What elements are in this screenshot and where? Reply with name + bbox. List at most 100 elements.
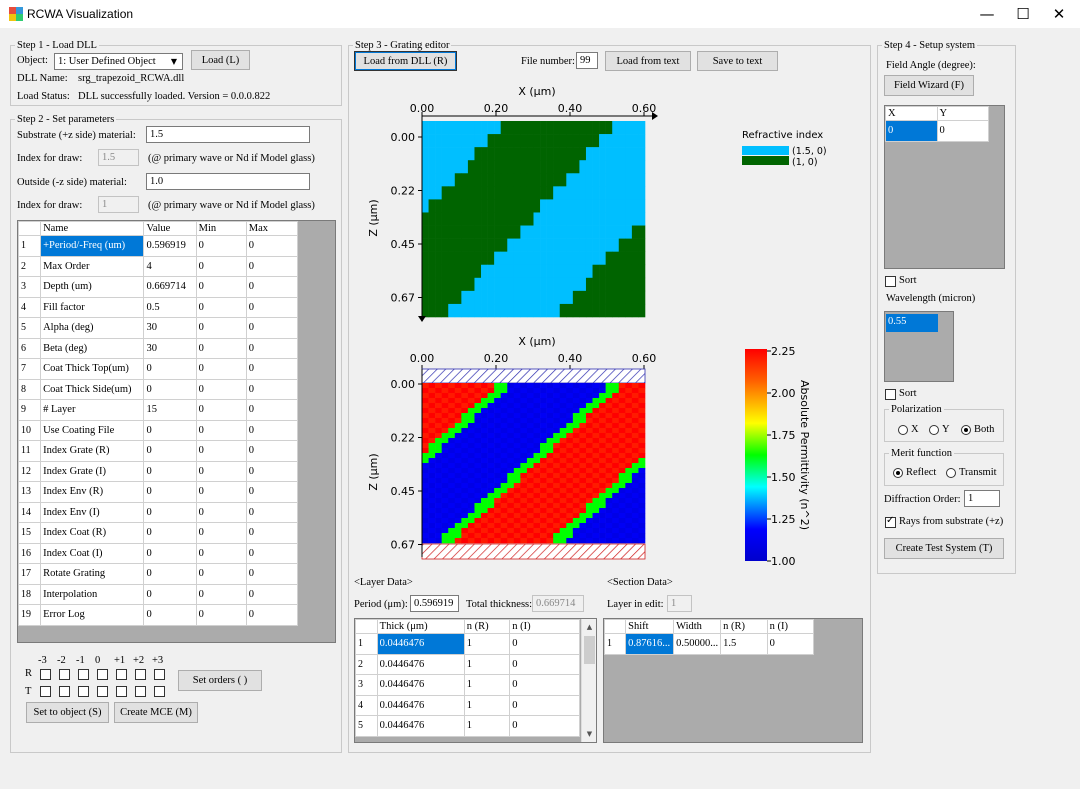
param-value-cell[interactable]: 0: [143, 358, 197, 380]
layer-thick-cell[interactable]: 0.0446476: [376, 633, 465, 655]
param-min-cell[interactable]: 0: [195, 481, 247, 503]
param-value-cell[interactable]: 0: [143, 604, 197, 626]
pol-x-radio[interactable]: [898, 425, 908, 435]
section-nr-cell[interactable]: 1.5: [720, 633, 768, 655]
param-max-cell[interactable]: 0: [245, 399, 299, 421]
table-row[interactable]: 11 Index Grate (R) 0 0 0: [18, 440, 299, 462]
layer-thick-cell[interactable]: 0.0446476: [376, 715, 465, 737]
table-row[interactable]: 15 Index Coat (R) 0 0 0: [18, 522, 299, 544]
field-cell-y[interactable]: 0: [936, 120, 989, 142]
param-name-cell[interactable]: Use Coating File: [40, 419, 145, 441]
table-row[interactable]: 2 0.0446476 1 0: [355, 653, 580, 675]
param-value-cell[interactable]: 0: [143, 440, 197, 462]
transmit-order-checkbox[interactable]: [78, 686, 89, 697]
layer-nr-cell[interactable]: 1: [463, 715, 511, 737]
table-row[interactable]: 4 Fill factor 0.5 0 0: [18, 296, 299, 318]
table-row[interactable]: 2 Max Order 4 0 0: [18, 255, 299, 277]
param-min-cell[interactable]: 0: [195, 583, 247, 605]
load-from-dll-button[interactable]: Load from DLL (R): [354, 51, 457, 71]
row-header[interactable]: 2: [18, 255, 42, 277]
table-row[interactable]: 14 Index Env (I) 0 0 0: [18, 501, 299, 523]
table-row[interactable]: 3 0.0446476 1 0: [355, 674, 580, 696]
save-to-text-button[interactable]: Save to text: [697, 51, 778, 71]
param-min-cell[interactable]: 0: [195, 296, 247, 318]
section-grid[interactable]: Shift Width n (R) n (I) 1 0.87616... 0.500…: [603, 618, 863, 743]
param-value-cell[interactable]: 0: [143, 583, 197, 605]
param-min-cell[interactable]: 0: [195, 317, 247, 339]
row-header[interactable]: 12: [18, 460, 42, 482]
param-max-cell[interactable]: 0: [245, 604, 299, 626]
param-value-cell[interactable]: 0: [143, 563, 197, 585]
row-header[interactable]: 9: [18, 399, 42, 421]
reflect-order-checkbox[interactable]: [135, 669, 146, 680]
param-min-cell[interactable]: 0: [195, 399, 247, 421]
file-number-input[interactable]: 99: [576, 52, 598, 69]
reflect-order-checkbox[interactable]: [40, 669, 51, 680]
row-header[interactable]: 13: [18, 481, 42, 503]
row-header[interactable]: 4: [18, 296, 42, 318]
param-name-cell[interactable]: +Period/-Freq (um): [40, 235, 145, 257]
table-row[interactable]: 1 0.0446476 1 0: [355, 633, 580, 655]
wavelength-item[interactable]: 0.55: [886, 314, 938, 332]
param-name-cell[interactable]: Error Log: [40, 604, 145, 626]
param-min-cell[interactable]: 0: [195, 542, 247, 564]
set-to-object-button[interactable]: Set to object (S): [26, 702, 109, 723]
param-name-cell[interactable]: Depth (um): [40, 276, 145, 298]
merit-transmit-radio[interactable]: [946, 468, 956, 478]
outside-input[interactable]: 1.0: [146, 173, 310, 190]
param-max-cell[interactable]: 0: [245, 317, 299, 339]
param-name-cell[interactable]: Index Env (I): [40, 501, 145, 523]
row-header[interactable]: 3: [18, 276, 42, 298]
param-min-cell[interactable]: 0: [195, 255, 247, 277]
load-button[interactable]: Load (L): [191, 50, 250, 70]
field-cell-x[interactable]: 0: [885, 120, 938, 142]
table-row[interactable]: 10 Use Coating File 0 0 0: [18, 419, 299, 441]
row-header[interactable]: 10: [18, 419, 42, 441]
transmit-order-checkbox[interactable]: [40, 686, 51, 697]
param-value-cell[interactable]: 30: [143, 337, 197, 359]
row-header[interactable]: 17: [18, 563, 42, 585]
param-name-cell[interactable]: Fill factor: [40, 296, 145, 318]
transmit-order-checkbox[interactable]: [135, 686, 146, 697]
param-max-cell[interactable]: 0: [245, 276, 299, 298]
param-max-cell[interactable]: 0: [245, 481, 299, 503]
param-min-cell[interactable]: 0: [195, 337, 247, 359]
param-max-cell[interactable]: 0: [245, 522, 299, 544]
reflect-order-checkbox[interactable]: [78, 669, 89, 680]
transmit-order-checkbox[interactable]: [59, 686, 70, 697]
param-max-cell[interactable]: 0: [245, 563, 299, 585]
row-header[interactable]: 1: [604, 633, 627, 655]
row-header[interactable]: 3: [355, 674, 378, 696]
param-max-cell[interactable]: 0: [245, 378, 299, 400]
param-value-cell[interactable]: 0: [143, 522, 197, 544]
layer-nr-cell[interactable]: 1: [463, 674, 511, 696]
diffraction-order-input[interactable]: 1: [964, 490, 1000, 507]
table-row[interactable]: 5 Alpha (deg) 30 0 0: [18, 317, 299, 339]
table-row[interactable]: 4 0.0446476 1 0: [355, 694, 580, 716]
layer-ni-cell[interactable]: 0: [509, 633, 580, 655]
table-row[interactable]: 0 0: [885, 120, 989, 142]
param-min-cell[interactable]: 0: [195, 522, 247, 544]
layer-ni-cell[interactable]: 0: [509, 694, 580, 716]
section-col-nr[interactable]: n (R): [720, 619, 768, 634]
rays-from-substrate-checkbox[interactable]: [885, 515, 896, 528]
param-name-cell[interactable]: Coat Thick Side(um): [40, 378, 145, 400]
table-row[interactable]: 18 Interpolation 0 0 0: [18, 583, 299, 605]
table-row[interactable]: 5 0.0446476 1 0: [355, 715, 580, 737]
param-value-cell[interactable]: 0: [143, 378, 197, 400]
section-col-width[interactable]: Width: [673, 619, 722, 634]
table-row[interactable]: 12 Index Grate (I) 0 0 0: [18, 460, 299, 482]
param-value-cell[interactable]: 0: [143, 419, 197, 441]
create-test-system-button[interactable]: Create Test System (T): [884, 538, 1004, 559]
layer-nr-cell[interactable]: 1: [463, 633, 511, 655]
substrate-input[interactable]: 1.5: [146, 126, 310, 143]
col-header-value[interactable]: Value: [143, 221, 197, 236]
row-header[interactable]: 18: [18, 583, 42, 605]
param-value-cell[interactable]: 15: [143, 399, 197, 421]
row-header[interactable]: 2: [355, 653, 378, 675]
reflect-order-checkbox[interactable]: [154, 669, 165, 680]
parameter-grid[interactable]: Name Value Min Max 1 +Period/-Freq (um) 0.…: [17, 220, 336, 643]
table-row[interactable]: 7 Coat Thick Top(um) 0 0 0: [18, 358, 299, 380]
param-min-cell[interactable]: 0: [195, 358, 247, 380]
row-header[interactable]: 15: [18, 522, 42, 544]
